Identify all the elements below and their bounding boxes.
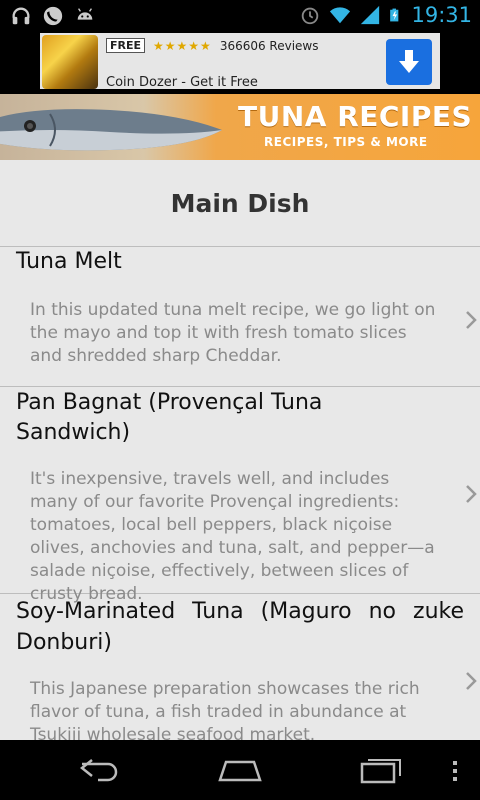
chevron-right-icon bbox=[466, 485, 477, 503]
chevron-right-icon bbox=[466, 672, 477, 690]
overflow-menu-icon[interactable] bbox=[450, 760, 460, 782]
battery-charging-icon bbox=[390, 8, 399, 22]
recipe-list-screen: Main Dish Tuna Melt In this updated tuna… bbox=[0, 160, 480, 740]
banner-subtitle: RECIPES, TIPS & MORE bbox=[264, 135, 428, 149]
system-navigation-bar bbox=[0, 740, 480, 800]
home-icon[interactable] bbox=[216, 754, 264, 784]
recipe-description: It's inexpensive, travels well, and incl… bbox=[30, 469, 435, 604]
android-icon bbox=[77, 8, 93, 20]
recent-apps-icon[interactable] bbox=[358, 754, 406, 784]
recipe-description: In this updated tuna melt recipe, we go … bbox=[30, 300, 436, 366]
ad-free-badge: FREE bbox=[106, 38, 146, 53]
ad-title: Coin Dozer - Get it Free bbox=[106, 75, 258, 89]
status-bar: 19:31 bbox=[0, 0, 480, 33]
recipe-description: This Japanese preparation showcases the … bbox=[30, 679, 420, 740]
ad-banner[interactable]: FREE ★★★★★ 366606 Reviews Coin Dozer - G… bbox=[40, 33, 440, 89]
recipe-title: Pan Bagnat (Provençal Tuna Sandwich) bbox=[16, 390, 323, 445]
recipe-title: Soy-Marinated Tuna (Maguro no zuke Donbu… bbox=[16, 599, 464, 655]
signal-icon bbox=[361, 5, 380, 25]
ad-container: FREE ★★★★★ 366606 Reviews Coin Dozer - G… bbox=[0, 33, 480, 94]
banner-title: TUNA RECIPES bbox=[238, 100, 473, 133]
ad-app-thumbnail bbox=[42, 35, 98, 89]
section-title: Main Dish bbox=[0, 160, 480, 247]
ad-reviews-count: 366606 Reviews bbox=[219, 38, 319, 53]
tuna-fish-image bbox=[0, 109, 222, 151]
app-header-banner: TUNA RECIPES RECIPES, TIPS & MORE bbox=[0, 94, 480, 160]
ad-download-button[interactable] bbox=[386, 39, 432, 85]
ad-rating-stars: ★★★★★ bbox=[153, 38, 212, 53]
list-item[interactable]: Soy-Marinated Tuna (Maguro no zuke Donbu… bbox=[0, 594, 480, 740]
recipe-title: Tuna Melt bbox=[16, 249, 122, 274]
download-arrow-icon bbox=[399, 50, 419, 73]
list-item[interactable]: Pan Bagnat (Provençal Tuna Sandwich) It'… bbox=[0, 387, 480, 604]
back-icon[interactable] bbox=[78, 754, 122, 784]
alarm-icon bbox=[302, 7, 319, 25]
clock: 19:31 bbox=[411, 3, 472, 27]
wifi-icon bbox=[330, 7, 351, 24]
headphones-icon bbox=[12, 7, 30, 25]
call-icon bbox=[43, 6, 63, 26]
chevron-right-icon bbox=[466, 311, 477, 329]
list-item[interactable]: Tuna Melt In this updated tuna melt reci… bbox=[0, 247, 480, 387]
